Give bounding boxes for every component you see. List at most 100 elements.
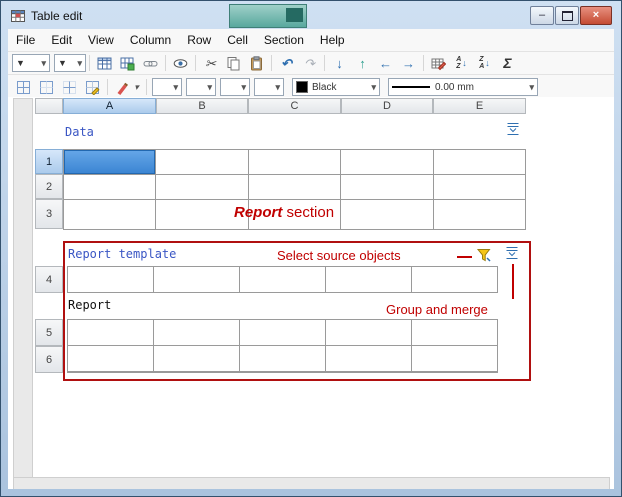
template-table-cell[interactable] xyxy=(68,267,153,292)
line-width-combo[interactable]: 0.00 mm ▾ xyxy=(388,78,538,96)
select-source-objects-button[interactable] xyxy=(476,247,492,263)
borders-inner-button[interactable] xyxy=(58,76,81,98)
row-header-4[interactable]: 4 xyxy=(35,266,63,293)
sort-az-icon: AZ xyxy=(456,56,462,70)
template-table-cell[interactable] xyxy=(240,267,325,292)
toolbar-combo-3[interactable]: ▾ xyxy=(220,78,250,96)
report-table-cell[interactable] xyxy=(68,320,153,345)
report-section-annotation: Report section xyxy=(234,204,335,221)
move-left-button[interactable]: ← xyxy=(374,52,397,74)
row-header-5[interactable]: 5 xyxy=(35,319,63,346)
report-table-cell[interactable] xyxy=(326,320,411,345)
data-table-cell[interactable] xyxy=(433,175,525,199)
template-table-cell[interactable] xyxy=(326,267,411,292)
menu-help[interactable]: Help xyxy=(312,30,353,50)
select-source-annotation: Select source objects xyxy=(277,248,401,263)
minimize-button[interactable]: – xyxy=(530,6,554,25)
link-button[interactable] xyxy=(139,52,162,74)
toolbar-separator xyxy=(89,55,90,71)
move-down-button[interactable]: ↓ xyxy=(328,52,351,74)
close-button[interactable]: × xyxy=(580,6,612,25)
table-icon xyxy=(97,57,112,69)
paste-button[interactable] xyxy=(245,52,268,74)
report-table-cell[interactable] xyxy=(154,346,239,371)
menu-edit[interactable]: Edit xyxy=(43,30,80,50)
data-table-cell[interactable] xyxy=(341,200,433,229)
cut-button[interactable]: ✂ xyxy=(199,52,222,74)
selected-cell-a1[interactable] xyxy=(64,150,156,174)
move-right-button[interactable]: → xyxy=(397,52,420,74)
report-table-cell[interactable] xyxy=(412,320,497,345)
menu-file[interactable]: File xyxy=(8,30,43,50)
report-table-cell[interactable] xyxy=(154,320,239,345)
style-combo[interactable]: ▼ ▾ xyxy=(12,54,50,72)
table-insert-button[interactable] xyxy=(93,52,116,74)
move-up-button[interactable]: ↑ xyxy=(351,52,374,74)
data-table-cell[interactable] xyxy=(156,150,248,174)
window-title: Table edit xyxy=(31,8,83,23)
undo-button[interactable]: ↶ xyxy=(275,52,298,74)
data-table-cell[interactable] xyxy=(248,175,341,199)
toolbar-combo-4[interactable]: ▾ xyxy=(254,78,284,96)
table-add-button[interactable] xyxy=(116,52,139,74)
borders-outer-button[interactable] xyxy=(35,76,58,98)
column-header-a[interactable]: A xyxy=(63,98,156,114)
chevron-down-icon: ▾ xyxy=(41,57,46,68)
template-table-cell[interactable] xyxy=(154,267,239,292)
row-header-6[interactable]: 6 xyxy=(35,346,63,373)
corner-header[interactable] xyxy=(35,98,63,114)
data-table-cell[interactable] xyxy=(156,175,248,199)
report-table-cell[interactable] xyxy=(240,346,325,371)
group-merge-button[interactable] xyxy=(505,121,521,137)
group-merge-button-2[interactable] xyxy=(504,245,520,261)
data-table-cell[interactable] xyxy=(248,150,341,174)
redo-button[interactable]: ↷ xyxy=(298,52,321,74)
title-bar[interactable]: Table edit – × xyxy=(2,2,620,29)
data-table-cell[interactable] xyxy=(433,200,525,229)
column-header-e[interactable]: E xyxy=(433,98,526,114)
table-pencil-icon xyxy=(431,58,446,70)
column-header-b[interactable]: B xyxy=(156,98,248,114)
row-header-3[interactable]: 3 xyxy=(35,199,63,229)
preview-button[interactable] xyxy=(169,52,192,74)
sort-ascending-button[interactable]: AZ ↓ xyxy=(450,52,473,74)
toolbar-combo-1[interactable]: ▾ xyxy=(152,78,182,96)
borders-edit-button[interactable] xyxy=(81,76,104,98)
maximize-button[interactable] xyxy=(555,6,579,25)
toolbar-combo-2[interactable]: ▾ xyxy=(186,78,216,96)
column-header-c[interactable]: C xyxy=(248,98,341,114)
chevron-down-icon: ▾ xyxy=(173,81,178,92)
app-icon xyxy=(11,9,25,23)
data-table-cell[interactable] xyxy=(64,175,156,199)
copy-button[interactable] xyxy=(222,52,245,74)
menu-view[interactable]: View xyxy=(80,30,122,50)
template-table-cell[interactable] xyxy=(412,267,497,292)
borders-all-button[interactable] xyxy=(12,76,35,98)
background-window-fragment xyxy=(229,4,307,28)
sort-descending-button[interactable]: ZA ↓ xyxy=(473,52,496,74)
table-plus-icon xyxy=(120,57,135,70)
report-table-cell[interactable] xyxy=(240,320,325,345)
menu-section[interactable]: Section xyxy=(256,30,312,50)
edit-table-button[interactable] xyxy=(427,52,450,74)
menu-cell[interactable]: Cell xyxy=(219,30,256,50)
report-table-cell[interactable] xyxy=(412,346,497,371)
row-header-1[interactable]: 1 xyxy=(35,149,63,174)
fill-color-button[interactable]: ▾ xyxy=(111,76,143,98)
format-combo[interactable]: ▼ ▾ xyxy=(54,54,86,72)
maximize-icon xyxy=(561,10,573,21)
sum-button[interactable]: Σ xyxy=(496,52,519,74)
chevron-down-icon: ▾ xyxy=(529,81,534,92)
data-table-cell[interactable] xyxy=(433,150,525,174)
report-table-cell[interactable] xyxy=(68,346,153,371)
line-color-combo[interactable]: Black ▾ xyxy=(292,78,380,96)
data-table-cell[interactable] xyxy=(64,200,156,229)
data-table-cell[interactable] xyxy=(341,175,433,199)
row-header-2[interactable]: 2 xyxy=(35,174,63,199)
data-table-cell[interactable] xyxy=(341,150,433,174)
menu-row[interactable]: Row xyxy=(179,30,219,50)
menu-column[interactable]: Column xyxy=(122,30,179,50)
report-table-cell[interactable] xyxy=(326,346,411,371)
column-header-d[interactable]: D xyxy=(341,98,433,114)
report-table xyxy=(67,319,498,373)
